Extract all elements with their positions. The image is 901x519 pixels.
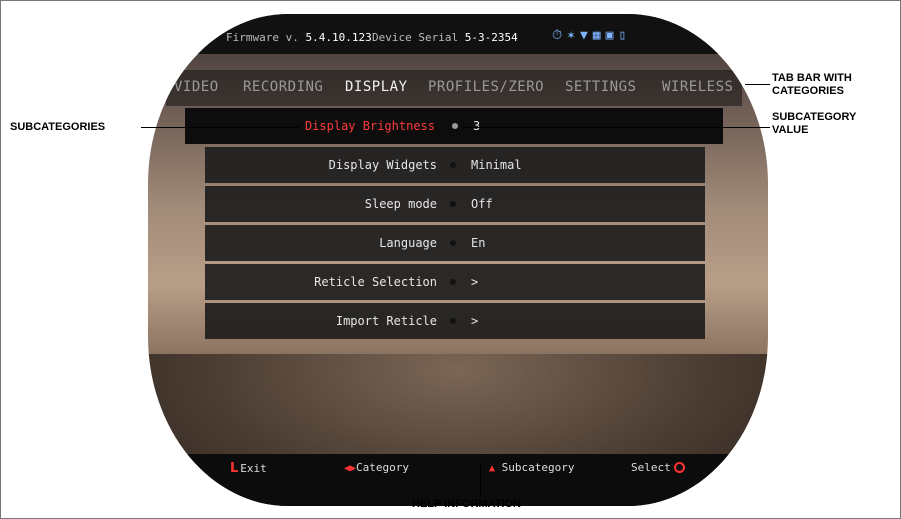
status-icons: ⏱✶▼▦▣▯: [552, 28, 631, 43]
callout-subcategory-value: SUBCATEGORY VALUE: [772, 111, 857, 136]
tab-wireless[interactable]: WIRELESS: [662, 79, 733, 95]
serial-info: Device Serial 5-3-2354: [372, 31, 518, 44]
bluetooth-icon: ✶: [567, 28, 580, 43]
callout-line-tab-bar: [745, 84, 770, 85]
l-key-icon: L: [230, 461, 239, 476]
separator-dot: [450, 279, 456, 285]
wifi-icon: ▼: [579, 28, 593, 43]
device-screen: Firmware v. 5.4.10.123 Device Serial 5-3…: [148, 14, 768, 506]
callout-line-subcategories: [141, 127, 299, 128]
menu-item-label: Import Reticle: [335, 314, 437, 328]
help-select: Select: [631, 461, 685, 474]
status-bar: Firmware v. 5.4.10.123 Device Serial 5-3…: [148, 14, 768, 54]
firmware-info: Firmware v. 5.4.10.123: [226, 31, 372, 44]
menu-item-label: Display Widgets: [328, 158, 437, 172]
separator-dot: [450, 318, 456, 324]
menu-item-label: Reticle Selection: [314, 275, 437, 289]
up-down-arrows-icon: ▲: [489, 463, 496, 474]
callout-help-information: HELP INFORMATION: [412, 498, 521, 510]
tab-profiles-zero[interactable]: PROFILES/ZERO: [428, 79, 544, 95]
menu-item-display-brightness[interactable]: Display Brightness 3: [185, 108, 723, 144]
left-right-arrows-icon: ◀▶: [344, 463, 357, 474]
menu-item-value: >: [471, 314, 479, 328]
tab-video[interactable]: VIDEO: [174, 79, 219, 95]
select-ring-icon: [673, 462, 685, 473]
separator-dot: [450, 240, 456, 246]
tab-display[interactable]: DISPLAY: [345, 79, 408, 95]
menu-item-import-reticle[interactable]: Import Reticle >: [205, 303, 705, 339]
tab-bar: VIDEO RECORDING DISPLAY PROFILES/ZERO SE…: [166, 70, 742, 106]
help-subcategory: ▲ Subcategory: [489, 461, 575, 474]
menu-item-label: Display Brightness: [304, 119, 435, 133]
menu-item-language[interactable]: Language En: [205, 225, 705, 261]
menu-item-value: >: [471, 275, 479, 289]
callout-tab-bar: TAB BAR WITH CATEGORIES: [772, 72, 852, 97]
menu-item-display-widgets[interactable]: Display Widgets Minimal: [205, 147, 705, 183]
timer-icon: ⏱: [552, 28, 568, 43]
menu-item-label: Language: [379, 236, 437, 250]
callout-line-help-information: [480, 463, 481, 497]
menu-item-value: En: [471, 236, 486, 250]
sd-card-icon: ▦: [592, 28, 606, 43]
battery-icon: ▯: [618, 28, 632, 43]
menu-item-sleep-mode[interactable]: Sleep mode Off: [205, 186, 705, 222]
help-exit: L Exit: [230, 461, 267, 476]
help-category: ◀▶Category: [344, 461, 410, 474]
menu-item-value: Off: [471, 197, 493, 211]
tab-settings[interactable]: SETTINGS: [565, 79, 636, 95]
menu-item-reticle-selection[interactable]: Reticle Selection >: [205, 264, 705, 300]
separator-dot: [452, 123, 458, 129]
callout-subcategories: SUBCATEGORIES: [10, 121, 106, 133]
camera-icon: ▣: [605, 28, 619, 43]
separator-dot: [450, 201, 456, 207]
menu-item-value: Minimal: [471, 158, 522, 172]
tab-recording[interactable]: RECORDING: [243, 79, 323, 95]
menu-item-value: 3: [473, 119, 481, 133]
separator-dot: [450, 162, 456, 168]
callout-line-subcategory-value: [462, 127, 770, 128]
menu-item-label: Sleep mode: [364, 197, 437, 211]
